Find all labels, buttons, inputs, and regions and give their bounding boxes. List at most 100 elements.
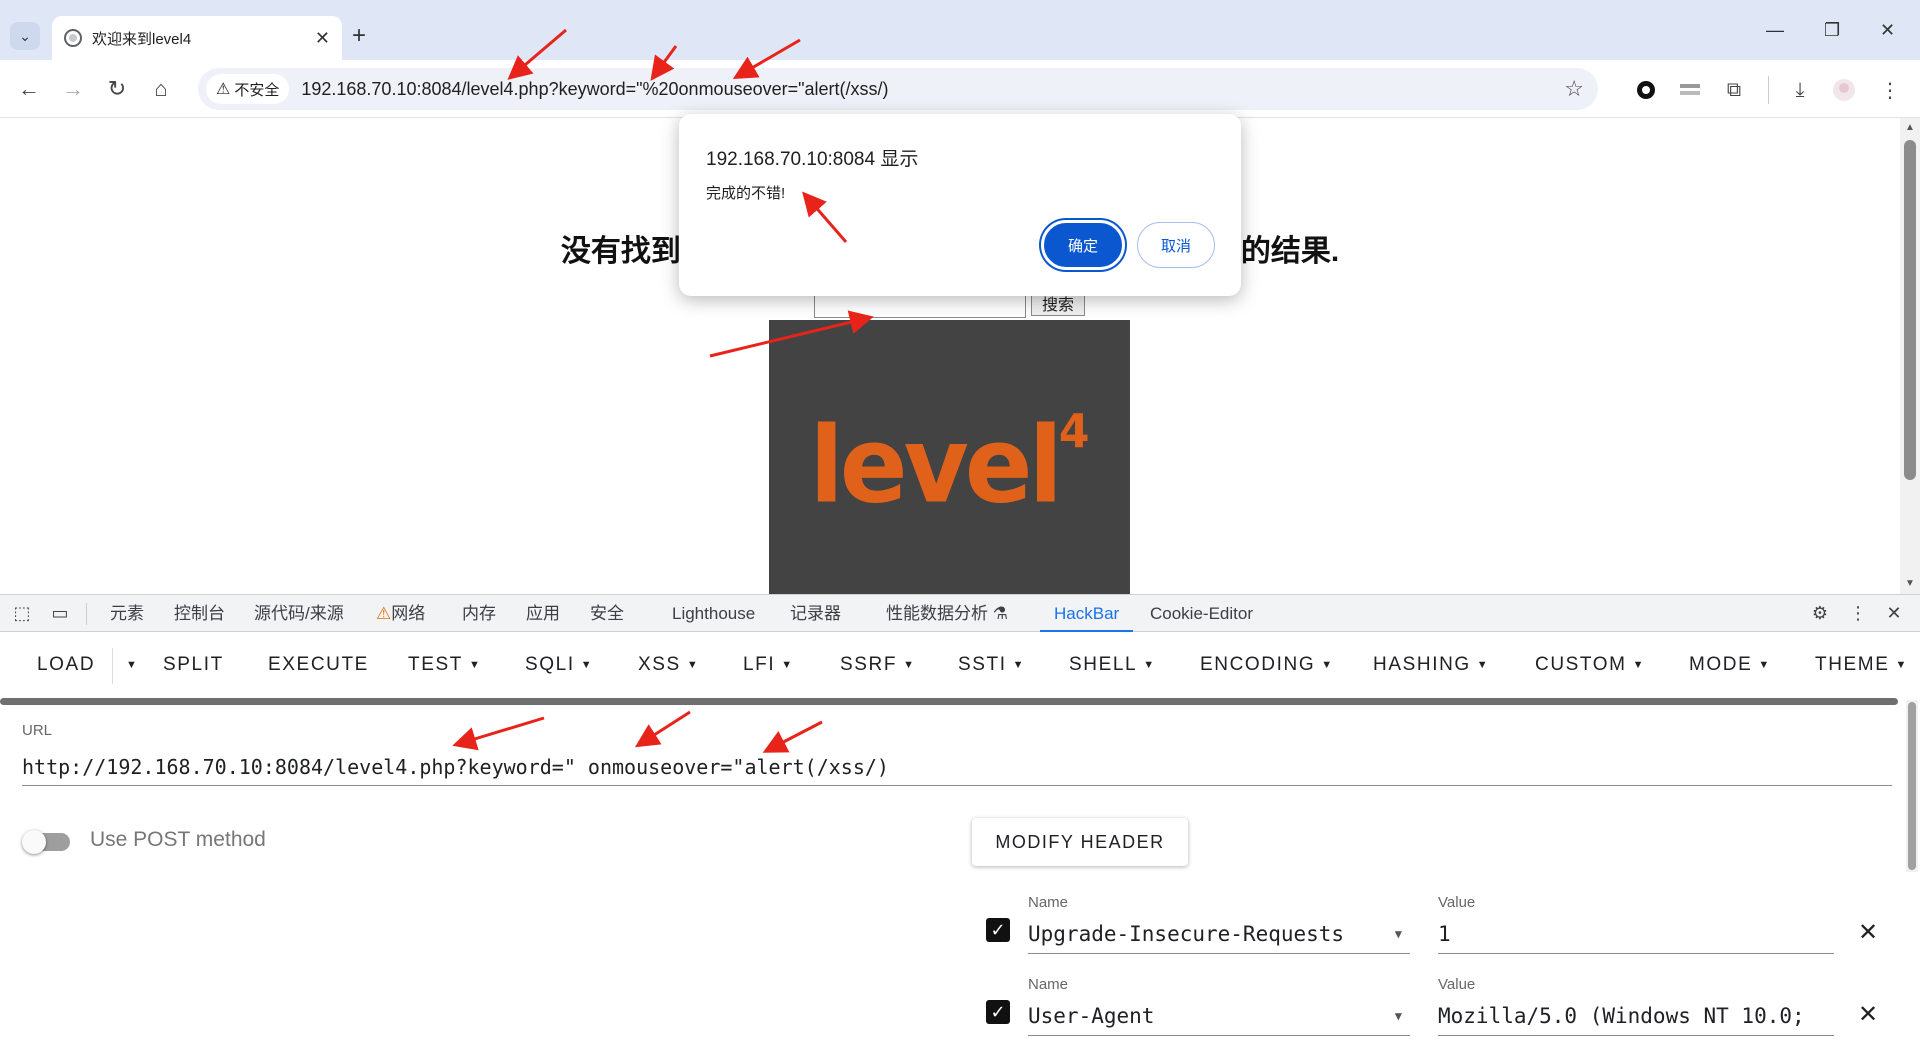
modify-header-button[interactable]: MODIFY HEADER <box>972 818 1188 866</box>
header-enabled-checkbox[interactable]: ✓ <box>986 1000 1010 1024</box>
test-menu[interactable]: TEST ▼ <box>408 654 481 676</box>
load-dropdown-icon[interactable]: ▼ <box>120 654 139 676</box>
tab-application[interactable]: 应用 <box>526 595 560 632</box>
header-value-label: Value <box>1438 976 1476 993</box>
settings-icon[interactable]: ⚙ <box>1808 601 1832 625</box>
security-label: 不安全 <box>234 81 280 99</box>
annotation-arrow <box>762 720 823 753</box>
tab-lighthouse[interactable]: Lighthouse <box>672 595 755 632</box>
alert-ok-button[interactable]: 确定 <box>1041 220 1125 270</box>
toggle-knob <box>22 830 46 854</box>
split-button[interactable]: SPLIT <box>163 654 224 676</box>
tab-performance-insights[interactable]: 性能数据分析 ⚗ <box>886 595 1008 632</box>
menu-icon[interactable]: ⋮ <box>1876 76 1904 104</box>
tab-list-icon[interactable]: ⌄ <box>10 22 40 50</box>
page-scrollbar[interactable]: ▲ ▼ <box>1900 118 1920 594</box>
post-method-toggle[interactable] <box>22 830 72 854</box>
device-toolbar-icon[interactable]: ▭ <box>48 601 72 625</box>
tab-sources[interactable]: 源代码/来源 <box>254 595 344 632</box>
chevron-down-icon: ▼ <box>1394 1009 1402 1023</box>
back-icon[interactable]: ← <box>14 74 44 104</box>
sqli-menu[interactable]: SQLI ▼ <box>525 654 593 676</box>
scroll-down-icon[interactable]: ▼ <box>1905 578 1915 589</box>
header-name-label: Name <box>1028 894 1069 911</box>
tab-memory[interactable]: 内存 <box>462 595 496 632</box>
active-tab[interactable]: 欢迎来到level4 ✕ <box>52 16 342 60</box>
forward-icon[interactable]: → <box>58 74 88 104</box>
more-icon[interactable]: ⋮ <box>1846 601 1870 625</box>
security-chip[interactable]: ⚠ 不安全 <box>206 74 290 104</box>
devtools-scrollbar[interactable] <box>1906 700 1918 872</box>
chevron-down-icon: ▼ <box>1394 927 1402 941</box>
extension-icon[interactable]: ⧉ <box>1720 76 1748 104</box>
annotation-arrow <box>634 710 691 748</box>
tab-security[interactable]: 安全 <box>590 595 624 632</box>
scroll-up-icon[interactable]: ▲ <box>1905 122 1915 133</box>
custom-menu[interactable]: CUSTOM ▼ <box>1535 654 1645 676</box>
star-icon[interactable]: ☆ <box>1564 76 1584 102</box>
tab-cookie-editor[interactable]: Cookie-Editor <box>1150 595 1253 632</box>
url-label: URL <box>22 722 53 739</box>
header-name-select[interactable]: Upgrade-Insecure-Requests ▼ <box>1028 918 1410 954</box>
alert-cancel-button[interactable]: 取消 <box>1137 222 1215 268</box>
annotation-arrow <box>452 716 545 751</box>
reload-icon[interactable]: ↻ <box>102 74 132 104</box>
header-value-input[interactable]: 1 <box>1438 918 1834 954</box>
execute-button[interactable]: EXECUTE <box>268 654 369 676</box>
header-enabled-checkbox[interactable]: ✓ <box>986 918 1010 942</box>
flask-icon: ⚗ <box>992 604 1008 623</box>
menu-divider <box>112 648 113 684</box>
mode-menu[interactable]: MODE ▼ <box>1689 654 1771 676</box>
heading-left: 没有找到 <box>560 235 681 268</box>
remove-header-icon[interactable]: ✕ <box>1858 1000 1878 1029</box>
shell-menu[interactable]: SHELL ▼ <box>1069 654 1156 676</box>
download-icon[interactable]: ⤓ <box>1786 76 1814 104</box>
tab-console[interactable]: 控制台 <box>174 595 225 632</box>
hashing-menu[interactable]: HASHING ▼ <box>1373 654 1489 676</box>
header-name-select[interactable]: User-Agent ▼ <box>1028 1000 1410 1036</box>
level-logo-text: level4 <box>809 403 1090 527</box>
tab-strip: ⌄ 欢迎来到level4 ✕ + — ❐ ✕ <box>0 0 1920 60</box>
tab-elements[interactable]: 元素 <box>110 595 144 632</box>
home-icon[interactable]: ⌂ <box>146 74 176 104</box>
devtools-divider <box>86 603 87 625</box>
header-row: ✓ Name User-Agent ▼ Value Mozilla/5.0 (Wi… <box>986 970 1878 1040</box>
inspect-icon[interactable]: ⬚ <box>10 601 34 625</box>
post-method-label: Use POST method <box>90 828 266 851</box>
minimize-icon[interactable]: — <box>1766 20 1784 41</box>
tab-hackbar[interactable]: HackBar <box>1040 595 1134 632</box>
hackbar-url-field[interactable]: http://192.168.70.10:8084/level4.php?key… <box>22 752 1892 786</box>
hackbar-menu: LOAD ▼ SPLIT EXECUTE TEST ▼ SQLI ▼ XSS ▼ LF… <box>0 632 1920 700</box>
new-tab-button[interactable]: + <box>352 22 366 50</box>
close-devtools-icon[interactable]: ✕ <box>1882 601 1906 625</box>
record-icon[interactable] <box>1632 76 1660 104</box>
browser-toolbar: ← → ↻ ⌂ ⚠ 不安全 192.168.70.10:8084/level4.… <box>0 60 1920 118</box>
scrollbar-thumb[interactable] <box>1908 702 1916 870</box>
hackbar-divider-bar <box>0 698 1898 705</box>
theme-menu[interactable]: THEME ▼ <box>1815 654 1908 676</box>
header-row: ✓ Name Upgrade-Insecure-Requests ▼ Value … <box>986 888 1878 958</box>
warning-icon: ⚠ <box>216 81 231 98</box>
lfi-menu[interactable]: LFI ▼ <box>743 654 794 676</box>
remove-header-icon[interactable]: ✕ <box>1858 918 1878 947</box>
scrollbar-thumb[interactable] <box>1904 140 1916 480</box>
xss-menu[interactable]: XSS ▼ <box>638 654 699 676</box>
restore-icon[interactable]: ❐ <box>1824 20 1840 41</box>
window-close-icon[interactable]: ✕ <box>1880 20 1895 41</box>
ssrf-menu[interactable]: SSRF ▼ <box>840 654 916 676</box>
toolbar-divider <box>1768 76 1769 104</box>
sidebar-icon[interactable] <box>1676 76 1704 104</box>
address-bar[interactable]: ⚠ 不安全 192.168.70.10:8084/level4.php?keyw… <box>198 68 1598 110</box>
tab-network[interactable]: ⚠网络 <box>376 595 425 632</box>
address-text[interactable]: 192.168.70.10:8084/level4.php?keyword="%… <box>301 79 888 100</box>
tab-recorder[interactable]: 记录器 <box>790 595 841 632</box>
devtools-tabbar: ⬚ ▭ 元素 控制台 源代码/来源 ⚠网络 内存 应用 安全 Lighthous… <box>0 594 1920 632</box>
profile-icon[interactable] <box>1830 76 1858 104</box>
ssti-menu[interactable]: SSTI ▼ <box>958 654 1025 676</box>
encoding-menu[interactable]: ENCODING ▼ <box>1200 654 1334 676</box>
load-button[interactable]: LOAD <box>37 654 95 676</box>
globe-icon <box>64 29 82 47</box>
header-value-input[interactable]: Mozilla/5.0 (Windows NT 10.0; <box>1438 1000 1834 1036</box>
tab-close-icon[interactable]: ✕ <box>315 28 330 49</box>
header-name-label: Name <box>1028 976 1069 993</box>
